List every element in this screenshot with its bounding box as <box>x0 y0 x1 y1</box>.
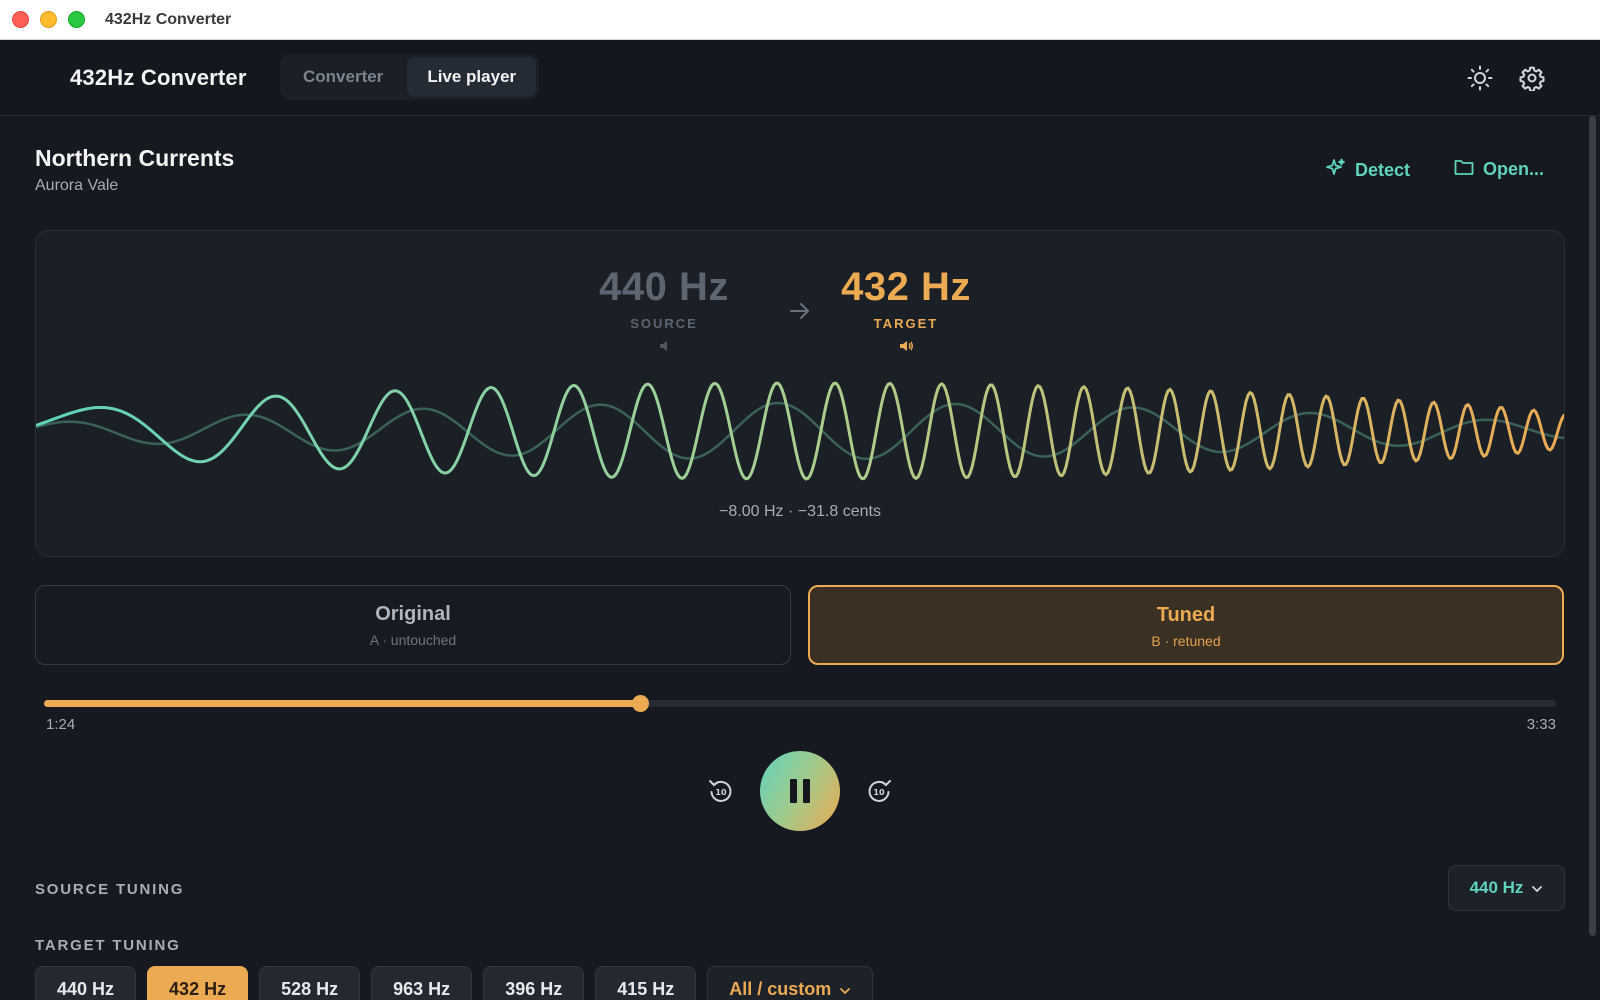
tuning-chip-432[interactable]: 432 Hz <box>147 966 249 1000</box>
chevron-down-icon <box>839 979 851 1000</box>
detect-button[interactable]: Detect <box>1326 158 1410 183</box>
arrow-right-icon <box>788 299 812 328</box>
app-root: 432Hz Converter Converter Live player No… <box>0 40 1600 1000</box>
tuning-chip-528[interactable]: 528 Hz <box>259 966 361 1000</box>
open-label: Open... <box>1483 159 1545 179</box>
window-title: 432Hz Converter <box>105 10 232 28</box>
zoom-window-button[interactable] <box>68 11 85 28</box>
tuned-title: Tuned <box>1156 604 1216 626</box>
svg-text:10: 10 <box>873 788 885 797</box>
scrollbar[interactable] <box>1589 116 1596 936</box>
chevron-down-icon <box>1531 878 1543 898</box>
target-tuning-label: TARGET TUNING <box>35 937 181 954</box>
source-tuning-label: SOURCE TUNING <box>35 881 185 898</box>
tuned-subtitle: B · retuned <box>1151 633 1221 649</box>
target-frequency-label: TARGET <box>873 316 939 331</box>
forward-10-icon[interactable]: 10 <box>864 776 894 806</box>
brand: 432Hz Converter <box>28 60 247 95</box>
source-frequency: 440 Hz SOURCE <box>584 265 744 353</box>
folder-icon <box>1454 158 1474 181</box>
speaker-on-icon <box>826 339 986 353</box>
svg-text:10: 10 <box>715 788 727 797</box>
tab-live-player[interactable]: Live player <box>407 57 537 97</box>
custom-tuning-label: All / custom <box>729 978 832 999</box>
source-frequency-value: 440 Hz <box>599 265 729 309</box>
app-header: 432Hz Converter Converter Live player <box>0 40 1600 116</box>
source-frequency-label: SOURCE <box>630 316 698 331</box>
rewind-10-icon[interactable]: 10 <box>706 776 736 806</box>
target-frequency: 432 Hz TARGET <box>826 265 986 353</box>
detect-label: Detect <box>1355 160 1411 180</box>
seek-bar-thumb[interactable] <box>631 695 649 712</box>
original-toggle[interactable]: Original A · untouched <box>35 585 791 665</box>
custom-tuning-dropdown[interactable]: All / custom <box>707 966 874 1000</box>
current-time: 1:24 <box>46 716 76 733</box>
app-name: 432Hz Converter <box>70 64 247 90</box>
original-subtitle: A · untouched <box>369 632 457 648</box>
tab-converter[interactable]: Converter <box>283 57 403 97</box>
close-window-button[interactable] <box>12 11 29 28</box>
mode-tabs: Converter Live player <box>280 54 540 100</box>
tuning-chip-396[interactable]: 396 Hz <box>483 966 585 1000</box>
pause-button[interactable] <box>760 751 840 831</box>
window-titlebar: 432Hz Converter <box>0 0 1600 40</box>
source-tuning-select[interactable]: 440 Hz <box>1448 865 1565 911</box>
sparkle-icon <box>1326 158 1346 183</box>
open-file-button[interactable]: Open... <box>1454 158 1544 181</box>
pause-icon <box>790 779 810 803</box>
track-title: Northern Currents <box>35 145 235 171</box>
target-waveform <box>36 381 1564 481</box>
seek-bar-progress <box>44 700 640 707</box>
target-tuning-options: 440 Hz 432 Hz 528 Hz 963 Hz 396 Hz 415 H… <box>35 966 874 1000</box>
frequency-delta: −8.00 Hz · −31.8 cents <box>719 503 881 520</box>
waveform-visualization <box>36 381 1564 481</box>
tuning-chip-440[interactable]: 440 Hz <box>35 966 137 1000</box>
tuning-chip-963[interactable]: 963 Hz <box>371 966 473 1000</box>
source-tuning-value: 440 Hz <box>1469 878 1524 897</box>
target-frequency-value: 432 Hz <box>841 265 971 309</box>
track-artist: Aurora Vale <box>35 177 119 194</box>
gear-icon[interactable] <box>1518 64 1546 92</box>
conversion-panel: 440 Hz SOURCE 432 Hz TARGET −8.00 Hz · −… <box>35 230 1565 557</box>
tuning-chip-415[interactable]: 415 Hz <box>595 966 697 1000</box>
waveform-logo-icon <box>28 60 56 95</box>
tuned-toggle[interactable]: Tuned B · retuned <box>808 585 1564 665</box>
sun-icon[interactable] <box>1466 64 1494 92</box>
minimize-window-button[interactable] <box>40 11 57 28</box>
total-time: 3:33 <box>1526 716 1556 733</box>
speaker-muted-icon <box>584 339 744 353</box>
original-title: Original <box>375 603 451 625</box>
seek-bar[interactable] <box>44 695 1556 712</box>
traffic-lights <box>12 11 85 28</box>
